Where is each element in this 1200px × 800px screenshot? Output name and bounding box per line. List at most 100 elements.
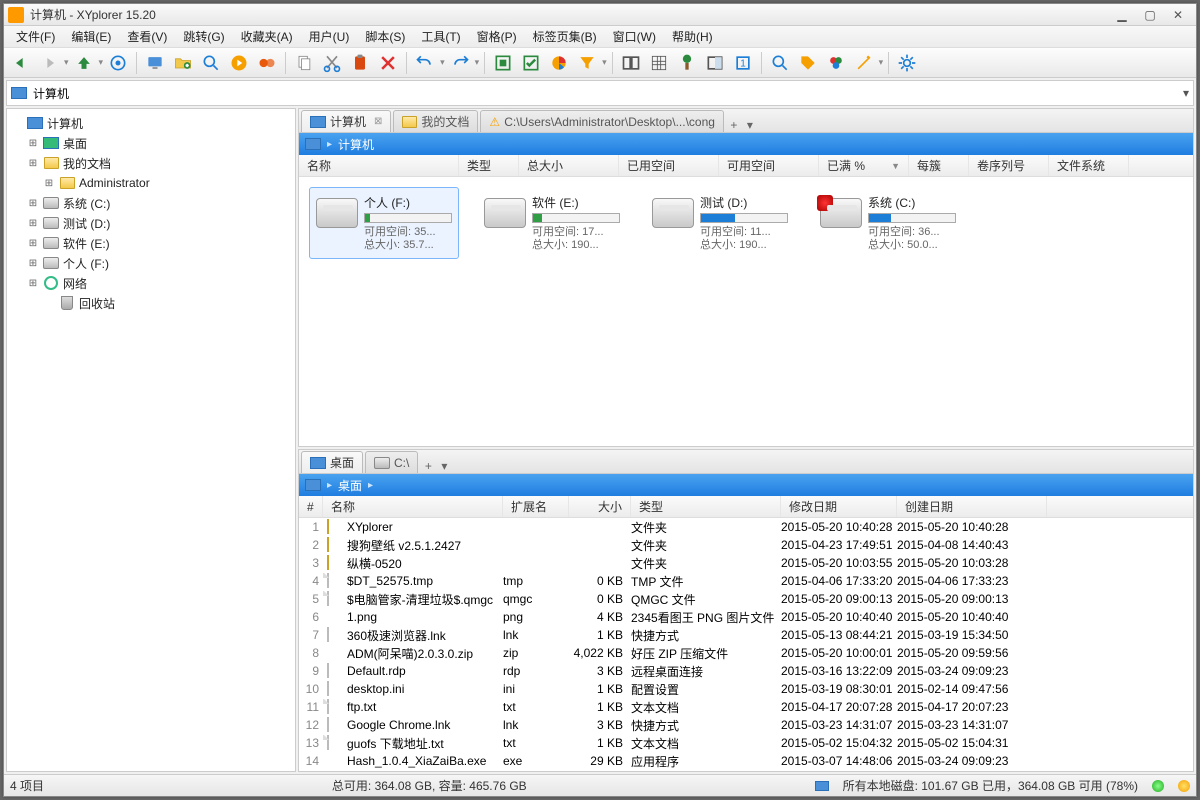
run-button[interactable] [226, 50, 252, 76]
tree-item[interactable]: 计算机 [7, 113, 295, 133]
col-ext[interactable]: 扩展名 [503, 496, 569, 517]
sync-button[interactable] [254, 50, 280, 76]
column-header[interactable]: 类型 [459, 155, 519, 176]
drive-card[interactable]: 个人 (F:)可用空间: 35...总大小: 35.7... [309, 187, 459, 259]
col-type[interactable]: 类型 [631, 496, 781, 517]
chart-button[interactable] [546, 50, 572, 76]
menu-item[interactable]: 窗格(P) [469, 26, 525, 47]
computer-button[interactable] [142, 50, 168, 76]
tag-button[interactable] [795, 50, 821, 76]
col-create[interactable]: 创建日期 [897, 496, 1047, 517]
file-row[interactable]: 10desktop.iniini1 KB配置设置2015-03-19 08:30… [299, 680, 1193, 698]
menu-item[interactable]: 窗口(W) [605, 26, 664, 47]
menu-item[interactable]: 用户(U) [301, 26, 358, 47]
top-path-bar[interactable]: ▸ 计算机 [299, 133, 1193, 155]
forward-button[interactable] [36, 50, 62, 76]
file-row[interactable]: 5$电脑管家-清理垃圾$.qmgcqmgc0 KBQMGC 文件2015-05-… [299, 590, 1193, 608]
file-row[interactable]: 13guofs 下载地址.txttxt1 KB文本文档2015-05-02 15… [299, 734, 1193, 752]
expander-icon[interactable]: ⊞ [27, 158, 39, 169]
find-button[interactable] [767, 50, 793, 76]
tree-item[interactable]: 回收站 [7, 293, 295, 313]
tree-item[interactable]: ⊞测试 (D:) [7, 213, 295, 233]
column-header[interactable]: 卷序列号 [969, 155, 1049, 176]
filter-button[interactable] [574, 50, 600, 76]
menu-item[interactable]: 标签页集(B) [525, 26, 605, 47]
expander-icon[interactable]: ⊞ [27, 278, 39, 289]
check-button[interactable] [518, 50, 544, 76]
add-tab-button[interactable]: + [420, 459, 436, 473]
tree-item[interactable]: ⊞软件 (E:) [7, 233, 295, 253]
file-row[interactable]: 61.pngpng4 KB2345看图王 PNG 图片文件2015-05-20 … [299, 608, 1193, 626]
preview-button[interactable] [702, 50, 728, 76]
bottom-path-bar[interactable]: ▸ 桌面 ▸ [299, 474, 1193, 496]
select-mode-button[interactable] [490, 50, 516, 76]
column-header[interactable]: 总大小 [519, 155, 619, 176]
expander-icon[interactable]: ⊞ [27, 218, 39, 229]
maximize-button[interactable]: ▢ [1136, 7, 1164, 23]
add-tab-button[interactable]: + [726, 118, 742, 132]
col-name[interactable]: 名称 [323, 496, 503, 517]
menu-item[interactable]: 帮助(H) [664, 26, 721, 47]
file-row[interactable]: 9Default.rdprdp3 KB远程桌面连接2015-03-16 13:2… [299, 662, 1193, 680]
col-num[interactable]: # [299, 496, 323, 517]
tab-menu-button[interactable]: ▾ [742, 118, 758, 132]
redo-button[interactable] [447, 50, 473, 76]
file-column-header[interactable]: # 名称 扩展名 大小 类型 修改日期 创建日期 [299, 496, 1193, 518]
tab[interactable]: 计算机⊠ [301, 110, 391, 132]
menu-item[interactable]: 工具(T) [413, 26, 468, 47]
menu-item[interactable]: 文件(F) [8, 26, 63, 47]
tree-item[interactable]: ⊞系统 (C:) [7, 193, 295, 213]
search-button[interactable] [198, 50, 224, 76]
column-header[interactable]: 名称 [299, 155, 459, 176]
file-row[interactable]: 2搜狗壁纸 v2.5.1.2427文件夹2015-04-23 17:49:512… [299, 536, 1193, 554]
tree-item[interactable]: ⊞我的文档 [7, 153, 295, 173]
tab[interactable]: C:\ [365, 451, 418, 473]
expander-icon[interactable]: ⊞ [27, 138, 39, 149]
menu-item[interactable]: 脚本(S) [357, 26, 413, 47]
minimize-button[interactable]: ▁ [1108, 7, 1136, 23]
file-row[interactable]: 14Hash_1.0.4_XiaZaiBa.exeexe29 KB应用程序201… [299, 752, 1193, 770]
expander-icon[interactable]: ⊞ [27, 238, 39, 249]
back-button[interactable] [8, 50, 34, 76]
grid-button[interactable] [646, 50, 672, 76]
new-folder-button[interactable] [170, 50, 196, 76]
column-header[interactable]: 已满 %▼ [819, 155, 909, 176]
settings-button[interactable] [894, 50, 920, 76]
paste-button[interactable] [347, 50, 373, 76]
file-row[interactable]: 7360极速浏览器.lnklnk1 KB快捷方式2015-05-13 08:44… [299, 626, 1193, 644]
menu-item[interactable]: 查看(V) [119, 26, 175, 47]
file-row[interactable]: 8ADM(阿呆喵)2.0.3.0.zipzip4,022 KB好压 ZIP 压缩… [299, 644, 1193, 662]
drive-card[interactable]: 系统 (C:)可用空间: 36...总大小: 50.0... [813, 187, 963, 259]
tree-item[interactable]: ⊞Administrator [7, 173, 295, 193]
col-size[interactable]: 大小 [569, 496, 631, 517]
pane1-button[interactable]: 1 [730, 50, 756, 76]
up-button[interactable] [71, 50, 97, 76]
tree-item[interactable]: ⊞网络 [7, 273, 295, 293]
file-list[interactable]: 1XYplorer文件夹2015-05-20 10:40:282015-05-2… [299, 518, 1193, 771]
tab-menu-button[interactable]: ▾ [436, 459, 452, 473]
expander-icon[interactable]: ⊞ [43, 178, 55, 189]
target-button[interactable] [105, 50, 131, 76]
tree-item[interactable]: ⊞桌面 [7, 133, 295, 153]
expander-icon[interactable]: ⊞ [27, 198, 39, 209]
color-button[interactable] [823, 50, 849, 76]
column-header[interactable]: 已用空间 [619, 155, 719, 176]
file-row[interactable]: 3纵横-0520文件夹2015-05-20 10:03:552015-05-20… [299, 554, 1193, 572]
col-mod[interactable]: 修改日期 [781, 496, 897, 517]
column-header[interactable]: 每簇 [909, 155, 969, 176]
column-header[interactable]: 可用空间 [719, 155, 819, 176]
panes-button[interactable] [618, 50, 644, 76]
menu-item[interactable]: 跳转(G) [175, 26, 232, 47]
menu-item[interactable]: 收藏夹(A) [233, 26, 301, 47]
wand-button[interactable] [851, 50, 877, 76]
file-row[interactable]: 11ftp.txttxt1 KB文本文档2015-04-17 20:07:282… [299, 698, 1193, 716]
tab[interactable]: 桌面 [301, 451, 363, 473]
tree-button[interactable] [674, 50, 700, 76]
folder-tree[interactable]: 计算机⊞桌面⊞我的文档⊞Administrator⊞系统 (C:)⊞测试 (D:… [6, 108, 296, 772]
top-column-header[interactable]: 名称类型总大小已用空间可用空间已满 %▼每簇卷序列号文件系统 [299, 155, 1193, 177]
expander-icon[interactable]: ⊞ [27, 258, 39, 269]
tab[interactable]: 我的文档 [393, 110, 478, 132]
copy-button[interactable] [291, 50, 317, 76]
close-button[interactable]: ✕ [1164, 7, 1192, 23]
delete-button[interactable] [375, 50, 401, 76]
